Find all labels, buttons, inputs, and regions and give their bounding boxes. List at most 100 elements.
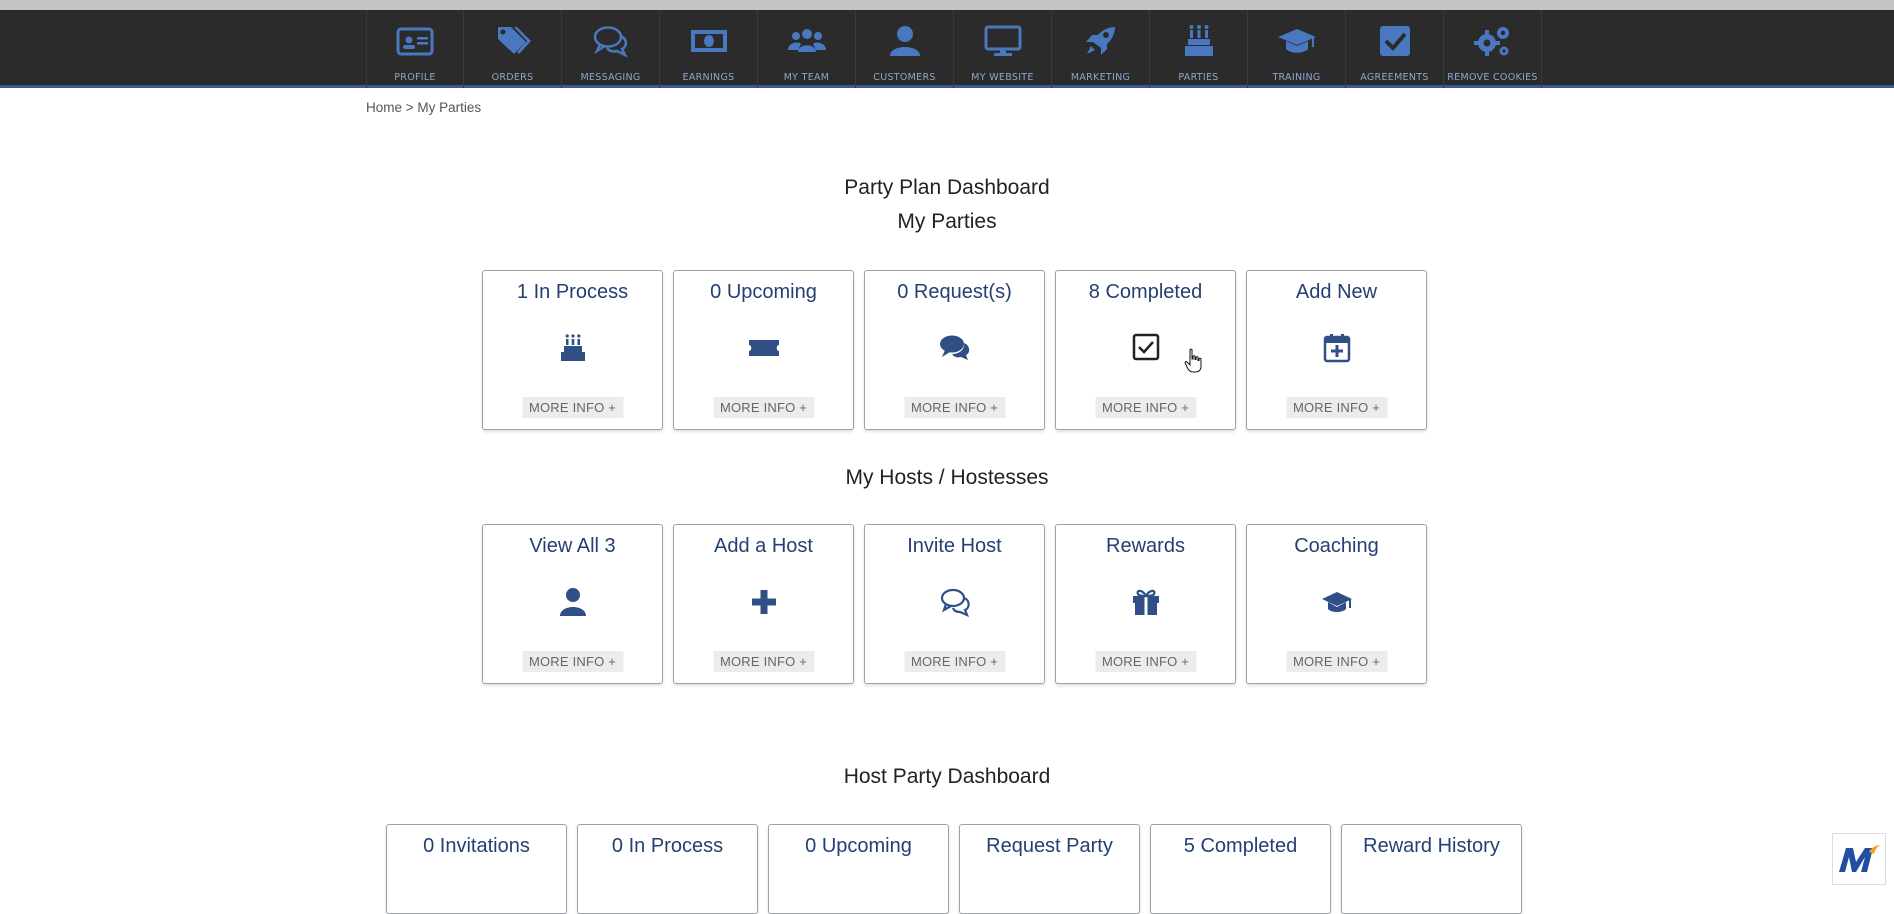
user-icon	[885, 10, 925, 63]
parties-card-0-request-s[interactable]: 0 Request(s) MORE INFO +	[864, 270, 1045, 430]
comments-icon	[939, 333, 971, 363]
more-info-button[interactable]: MORE INFO +	[1095, 651, 1196, 672]
nav-item-my-website[interactable]: MY WEBSITE	[954, 10, 1052, 88]
profile-card-icon	[395, 10, 435, 63]
parties-card-8-completed[interactable]: 8 Completed MORE INFO +	[1055, 270, 1236, 430]
host-party-card-5-completed[interactable]: 5 Completed	[1150, 824, 1331, 914]
card-title: 1 In Process	[483, 281, 662, 304]
top-navigation-bar: PROFILE ORDERS MESSAGING EARNINGS MY TEAM CUS…	[0, 10, 1894, 88]
parties-card-0-upcoming[interactable]: 0 Upcoming MORE INFO +	[673, 270, 854, 430]
graduation-cap-icon	[1277, 10, 1317, 63]
more-info-button[interactable]: MORE INFO +	[713, 397, 814, 418]
money-bill-icon	[689, 10, 729, 63]
parties-card-add-new[interactable]: Add New MORE INFO +	[1246, 270, 1427, 430]
hosts-card-invite-host[interactable]: Invite Host MORE INFO +	[864, 524, 1045, 684]
hosts-card-rewards[interactable]: Rewards MORE INFO +	[1055, 524, 1236, 684]
card-title: Add New	[1247, 281, 1426, 304]
nav-item-customers[interactable]: CUSTOMERS	[856, 10, 954, 88]
nav-item-label: REMOVE COOKIES	[1447, 72, 1537, 83]
plus-icon	[748, 587, 780, 617]
m-logo-icon	[1836, 842, 1882, 876]
nav-item-label: PARTIES	[1178, 72, 1218, 83]
nav-item-label: MY TEAM	[784, 72, 830, 83]
card-title: Rewards	[1056, 535, 1235, 558]
card-title: 8 Completed	[1056, 281, 1235, 304]
more-info-button[interactable]: MORE INFO +	[904, 651, 1005, 672]
graduation-cap-icon	[1321, 587, 1353, 617]
nav-item-parties[interactable]: PARTIES	[1150, 10, 1248, 88]
host-party-card-0-upcoming[interactable]: 0 Upcoming	[768, 824, 949, 914]
nav-items: PROFILE ORDERS MESSAGING EARNINGS MY TEAM CUS…	[366, 10, 1542, 88]
nav-item-orders[interactable]: ORDERS	[464, 10, 562, 88]
birthday-cake-icon	[557, 333, 589, 363]
host-party-card-0-invitations[interactable]: 0 Invitations	[386, 824, 567, 914]
host-dashboard-title: Host Party Dashboard	[0, 765, 1894, 789]
nav-item-label: MARKETING	[1071, 72, 1130, 83]
card-title: 0 Upcoming	[674, 281, 853, 304]
more-info-button[interactable]: MORE INFO +	[1286, 651, 1387, 672]
hosts-section-title: My Hosts / Hostesses	[0, 466, 1894, 490]
rocket-icon	[1081, 10, 1121, 63]
breadcrumb-home-link[interactable]: Home	[366, 100, 402, 115]
nav-item-earnings[interactable]: EARNINGS	[660, 10, 758, 88]
dashboard-subtitle: My Parties	[0, 210, 1894, 234]
gift-icon	[1130, 587, 1162, 617]
card-title: 0 In Process	[578, 835, 757, 858]
hosts-card-view-all-3[interactable]: View All 3 MORE INFO +	[482, 524, 663, 684]
breadcrumb: Home > My Parties	[366, 100, 481, 115]
card-title: 0 Request(s)	[865, 281, 1044, 304]
parties-card-1-in-process[interactable]: 1 In Process MORE INFO +	[482, 270, 663, 430]
nav-item-profile[interactable]: PROFILE	[366, 10, 464, 88]
team-icon	[787, 10, 827, 63]
more-info-button[interactable]: MORE INFO +	[522, 397, 623, 418]
more-info-button[interactable]: MORE INFO +	[522, 651, 623, 672]
chat-bubbles-icon	[591, 10, 631, 63]
chat-outline-icon	[939, 587, 971, 617]
card-title: Add a Host	[674, 535, 853, 558]
nav-item-remove-cookies[interactable]: REMOVE COOKIES	[1444, 10, 1542, 88]
nav-item-label: CUSTOMERS	[873, 72, 935, 83]
calendar-plus-icon	[1321, 333, 1353, 363]
card-title: 5 Completed	[1151, 835, 1330, 858]
birthday-cake-icon	[1179, 10, 1219, 63]
dashboard-title: Party Plan Dashboard	[0, 176, 1894, 200]
check-square-icon	[1375, 10, 1415, 63]
host-party-card-reward-history[interactable]: Reward History	[1341, 824, 1522, 914]
monitor-icon	[983, 10, 1023, 63]
gears-icon	[1473, 10, 1513, 63]
nav-item-label: AGREEMENTS	[1360, 72, 1428, 83]
nav-item-label: MESSAGING	[580, 72, 640, 83]
check-square-icon	[1130, 333, 1162, 363]
card-title: Invite Host	[865, 535, 1044, 558]
hand-cursor-icon	[1184, 348, 1202, 374]
card-title: Request Party	[960, 835, 1139, 858]
nav-item-my-team[interactable]: MY TEAM	[758, 10, 856, 88]
nav-item-training[interactable]: TRAINING	[1248, 10, 1346, 88]
nav-item-label: EARNINGS	[683, 72, 735, 83]
browser-top-strip	[0, 0, 1894, 10]
host-party-card-0-in-process[interactable]: 0 In Process	[577, 824, 758, 914]
card-title: 0 Invitations	[387, 835, 566, 858]
card-title: 0 Upcoming	[769, 835, 948, 858]
breadcrumb-separator: >	[402, 100, 417, 115]
host-party-card-request-party[interactable]: Request Party	[959, 824, 1140, 914]
nav-item-label: PROFILE	[394, 72, 435, 83]
logo-watermark	[1832, 833, 1886, 885]
card-title: Reward History	[1342, 835, 1521, 858]
nav-item-marketing[interactable]: MARKETING	[1052, 10, 1150, 88]
more-info-button[interactable]: MORE INFO +	[1095, 397, 1196, 418]
nav-item-agreements[interactable]: AGREEMENTS	[1346, 10, 1444, 88]
more-info-button[interactable]: MORE INFO +	[713, 651, 814, 672]
user-icon	[557, 587, 589, 617]
card-title: View All 3	[483, 535, 662, 558]
nav-item-label: ORDERS	[492, 72, 534, 83]
nav-item-messaging[interactable]: MESSAGING	[562, 10, 660, 88]
hosts-card-add-a-host[interactable]: Add a Host MORE INFO +	[673, 524, 854, 684]
host-party-cards: 0 Invitations 0 In Process 0 Upcoming Reque…	[386, 824, 1522, 914]
more-info-button[interactable]: MORE INFO +	[904, 397, 1005, 418]
my-parties-cards: 1 In Process MORE INFO + 0 Upcoming MORE IN…	[482, 270, 1427, 430]
hosts-card-coaching[interactable]: Coaching MORE INFO +	[1246, 524, 1427, 684]
my-hosts-cards: View All 3 MORE INFO + Add a Host MORE INFO…	[482, 524, 1427, 684]
card-title: Coaching	[1247, 535, 1426, 558]
more-info-button[interactable]: MORE INFO +	[1286, 397, 1387, 418]
